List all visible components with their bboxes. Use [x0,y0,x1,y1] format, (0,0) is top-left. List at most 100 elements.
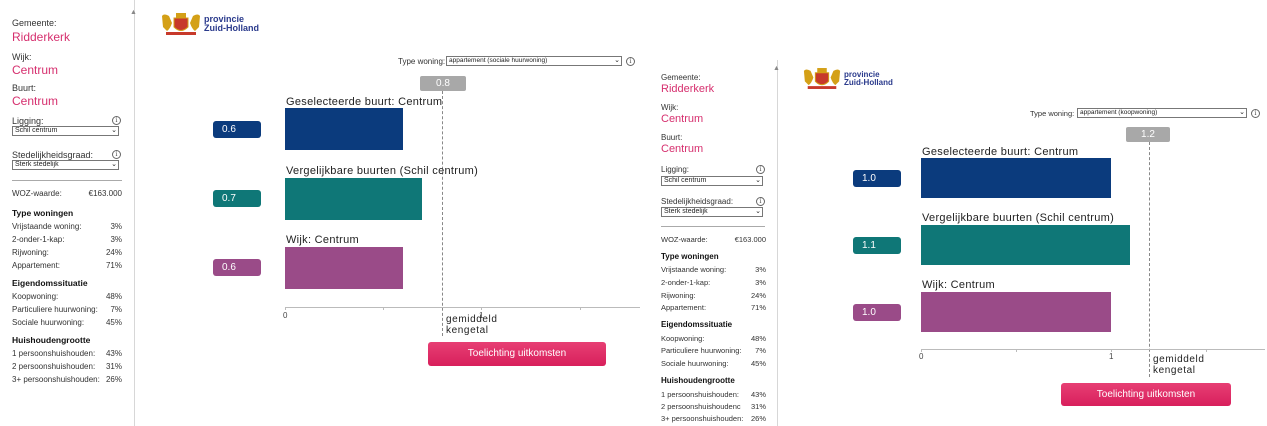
type-row-label: Rijwoning: [12,248,49,257]
type-woningen-title: Type woningen [661,252,719,261]
type-woning-info-icon[interactable]: i [1251,109,1260,118]
stedelijkheid-label: Stedelijkheidsgraad: [12,150,94,160]
type-row-label: 2-onder-1-kap: [12,235,65,244]
type-woning-select-value: appartement (koopwoning) [1080,109,1158,116]
stedelijkheid-info-icon[interactable]: i [112,150,121,159]
average-label-line2: kengetal [1153,365,1196,376]
huishouden-row-value: 31% [750,402,766,411]
huishouden-row-value: 26% [105,375,122,384]
huishouden-row-label: 2 persoonshuishoudenc [661,402,741,411]
scroll-up-icon[interactable]: ▲ [130,9,136,16]
type-row-value: 24% [105,248,122,257]
sidebar-scrollbar[interactable] [134,0,135,426]
axis-tick-label: 0 [283,311,288,320]
x-axis [285,307,640,308]
axis-tick [285,307,286,310]
toelichting-button[interactable]: Toelichting uitkomsten [428,342,606,366]
eigendom-row-value: 7% [755,346,766,355]
type-woning-select[interactable]: appartement (sociale huurwoning) ⌄ [446,56,622,66]
bar-value-badge: 1.1 [853,237,901,254]
buurt-value: Centrum [12,94,59,108]
gemeente-value: Ridderkerk [661,83,715,95]
ligging-select[interactable]: Schil centrum ⌄ [661,176,763,186]
axis-tick [580,307,581,310]
huishouden-row-value: 31% [105,362,122,371]
woz-value: €163.000 [88,189,122,198]
buurt-label: Buurt: [12,83,37,93]
dashboard-panel-sociale-huur: ▲ Gemeente: Ridderkerk Wijk: Centrum Buu… [0,0,650,426]
stedelijkheid-select[interactable]: Sterk stedelijk ⌄ [12,160,119,170]
huishouden-row-label: 3+ persoonshuishouden: [661,414,744,423]
sidebar-scrollbar[interactable] [777,60,778,426]
bar-value-badge: 1.0 [853,170,901,187]
axis-tick-label: 0 [919,352,924,361]
type-row-label: Appartement: [661,303,707,312]
ligging-select-value: Schil centrum [15,127,58,134]
eigendom-row-value: 7% [110,305,122,314]
ligging-select-value: Schil centrum [664,177,707,184]
wijk-label: Wijk: [12,52,32,62]
logo-line2: Zuid-Holland [204,23,259,33]
sidebar: ▲ Gemeente: Ridderkerk Wijk: Centrum Buu… [650,60,780,426]
chart-bar-comparable [921,225,1130,265]
type-woning-select[interactable]: appartement (koopwoning) ⌄ [1077,108,1247,118]
huishouden-row-label: 2 persoonshuishouden: [12,362,96,371]
axis-tick [1016,349,1017,352]
bar-value-badge: 0.7 [213,190,261,207]
stedelijkheid-select-value: Sterk stedelijk [664,208,708,215]
huishouden-row-label: 1 persoonshuishouden: [12,349,96,358]
bar-title: Vergelijkbare buurten (Schil centrum) [286,165,479,177]
woz-label: WOZ-waarde: [661,235,708,244]
dashboard-panel-koopwoning: ▲ Gemeente: Ridderkerk Wijk: Centrum Buu… [650,60,1267,426]
type-row-value: 3% [110,222,122,231]
chevron-down-icon: ⌄ [755,177,761,184]
axis-tick [481,307,482,310]
eigendom-row-value: 45% [105,318,122,327]
stedelijkheid-info-icon[interactable]: i [756,197,765,206]
average-line [442,91,443,336]
ligging-info-icon[interactable]: i [112,116,121,125]
ligging-select[interactable]: Schil centrum ⌄ [12,126,119,136]
type-row-value: 3% [755,265,766,274]
chart-bar-comparable [285,178,422,220]
huishouden-row-value: 43% [105,349,122,358]
chevron-down-icon: ⌄ [111,127,117,134]
average-value-badge: 0.8 [420,76,466,91]
scroll-up-icon[interactable]: ▲ [773,65,780,72]
average-label-line1: gemiddeld [446,314,498,325]
ligging-info-icon[interactable]: i [756,165,765,174]
bar-value-badge: 0.6 [213,259,261,276]
toelichting-button[interactable]: Toelichting uitkomsten [1061,383,1231,406]
average-label-line2: kengetal [446,325,489,336]
huishouden-row-value: 26% [750,414,766,423]
huishouden-row-label: 3+ persoonshuishouden: [12,375,100,384]
chevron-down-icon: ⌄ [755,208,761,215]
type-row-value: 3% [755,278,766,287]
huishouden-row-value: 43% [750,390,766,399]
chart-bar-selected [921,158,1111,198]
bar-title: Vergelijkbare buurten (Schil centrum) [922,212,1115,224]
gemeente-label: Gemeente: [661,73,701,82]
eigendom-title: Eigendomssituatie [12,278,88,288]
bar-title: Geselecteerde buurt: Centrum [286,96,443,108]
buurt-value: Centrum [661,143,704,155]
eigendom-row-label: Particuliere huurwoning: [661,346,742,355]
wijk-value: Centrum [12,63,59,77]
stedelijkheid-select[interactable]: Sterk stedelijk ⌄ [661,207,763,217]
type-row-label: Vrijstaande woning: [661,265,727,274]
wijk-value: Centrum [661,113,704,125]
chart-bar-selected [285,108,403,150]
average-line [1149,142,1150,377]
bar-title: Geselecteerde buurt: Centrum [922,146,1079,158]
wijk-label: Wijk: [661,103,679,112]
chart-bar-district [285,247,403,289]
divider [12,180,122,181]
chevron-down-icon: ⌄ [614,57,620,64]
bar-value-badge: 1.0 [853,304,901,321]
bar-title: Wijk: Centrum [286,234,359,246]
type-woningen-title: Type woningen [12,208,74,218]
ligging-label: Ligging: [12,116,44,126]
stedelijkheid-label: Stedelijkheidsgraad: [661,197,734,206]
coat-of-arms-icon [803,68,841,89]
type-woning-info-icon[interactable]: i [626,57,635,66]
